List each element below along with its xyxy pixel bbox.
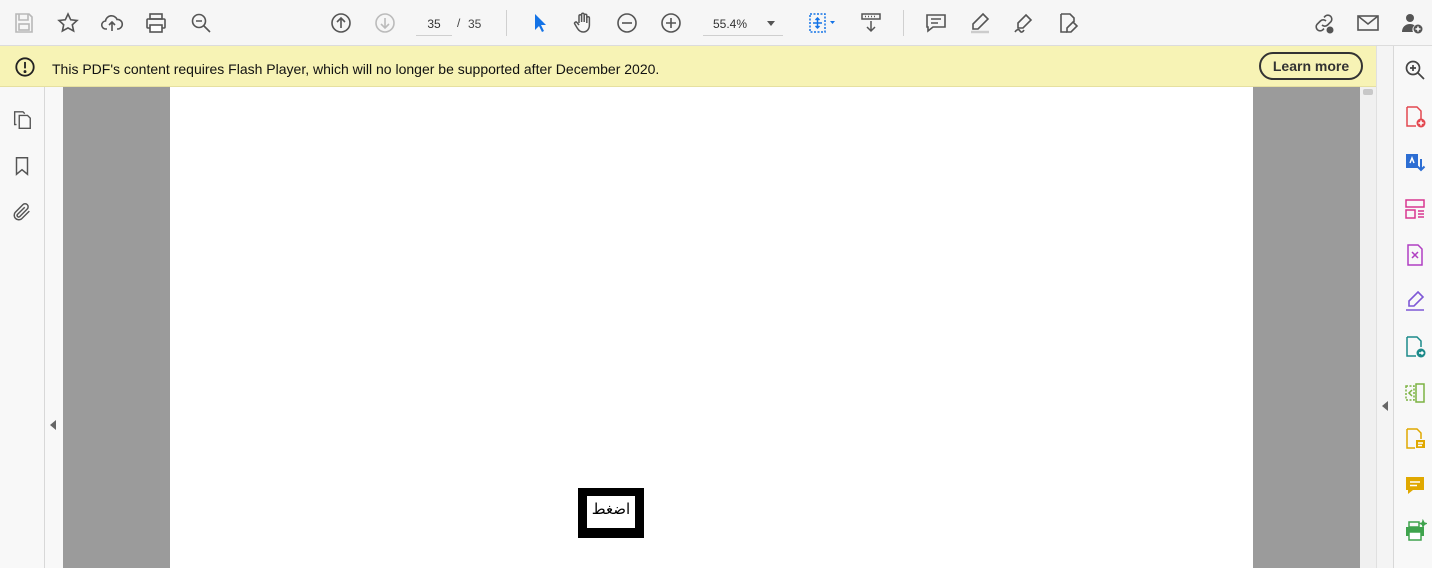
flash-warning-banner: This PDF's content requires Flash Player…	[0, 46, 1376, 87]
next-page-icon[interactable]	[371, 9, 399, 37]
print-icon[interactable]	[142, 9, 170, 37]
find-zoom-icon[interactable]	[187, 9, 215, 37]
left-navigation-pane	[0, 87, 45, 568]
fill-sign-icon[interactable]	[1054, 9, 1082, 37]
save-icon[interactable]	[10, 9, 38, 37]
page-thumbnails-icon[interactable]	[10, 108, 34, 132]
right-pane-collapse-strip	[1376, 46, 1393, 568]
collapse-left-pane-arrow[interactable]	[50, 420, 56, 430]
zoom-in-icon[interactable]	[657, 9, 685, 37]
previous-page-icon[interactable]	[327, 9, 355, 37]
create-pdf-icon[interactable]	[1402, 104, 1428, 130]
bookmark-star-icon[interactable]	[54, 9, 82, 37]
page-number-input[interactable]	[416, 12, 452, 36]
chevron-down-icon	[767, 21, 775, 26]
compare-files-icon[interactable]	[1402, 380, 1428, 406]
page-fit-icon[interactable]	[804, 9, 840, 37]
vertical-scrollbar[interactable]	[1360, 87, 1376, 568]
learn-more-button[interactable]: Learn more	[1259, 52, 1363, 80]
select-cursor-icon[interactable]	[525, 9, 553, 37]
share-link-icon[interactable]	[1310, 9, 1338, 37]
main-toolbar: / 35 55.4%	[0, 0, 1432, 46]
press-button-label: اضغط	[587, 496, 635, 528]
pdf-page: اضغط	[170, 87, 1253, 568]
export-pdf-icon[interactable]	[1402, 150, 1428, 176]
comment-tool-icon[interactable]	[1402, 426, 1428, 452]
warning-icon	[15, 57, 35, 77]
hand-tool-icon[interactable]	[569, 9, 597, 37]
zoom-select[interactable]: 55.4%	[703, 11, 783, 36]
sign-pen-icon[interactable]	[1010, 9, 1038, 37]
flash-press-button[interactable]: اضغط	[578, 488, 644, 538]
edit-pdf-icon[interactable]	[1402, 242, 1428, 268]
send-for-review-icon[interactable]	[1402, 334, 1428, 360]
scroll-mode-icon[interactable]	[857, 9, 885, 37]
add-user-icon[interactable]	[1398, 9, 1426, 37]
fill-and-sign-icon[interactable]	[1402, 288, 1428, 314]
more-tools-icon[interactable]	[1402, 560, 1428, 568]
email-icon[interactable]	[1354, 9, 1382, 37]
attachment-icon[interactable]	[10, 200, 34, 224]
zoom-value: 55.4%	[713, 17, 748, 31]
search-tool-icon[interactable]	[1402, 57, 1428, 83]
toolbar-divider	[506, 10, 507, 36]
zoom-out-icon[interactable]	[613, 9, 641, 37]
banner-message: This PDF's content requires Flash Player…	[52, 61, 660, 77]
organize-pages-icon[interactable]	[1402, 196, 1428, 222]
collapse-right-pane-arrow[interactable]	[1382, 401, 1388, 411]
comment-icon[interactable]	[922, 9, 950, 37]
highlight-icon[interactable]	[966, 9, 994, 37]
upload-cloud-icon[interactable]	[98, 9, 126, 37]
acrobat-window: / 35 55.4%	[0, 0, 1432, 568]
print-production-icon[interactable]	[1402, 518, 1428, 544]
scrollbar-thumb[interactable]	[1363, 89, 1373, 95]
bookmarks-icon[interactable]	[10, 154, 34, 178]
page-total: 35	[468, 17, 482, 31]
document-view[interactable]: اضغط	[63, 87, 1360, 568]
toolbar-divider	[903, 10, 904, 36]
sticky-note-icon[interactable]	[1402, 472, 1428, 498]
page-separator: /	[457, 16, 461, 30]
tools-pane	[1393, 46, 1432, 568]
